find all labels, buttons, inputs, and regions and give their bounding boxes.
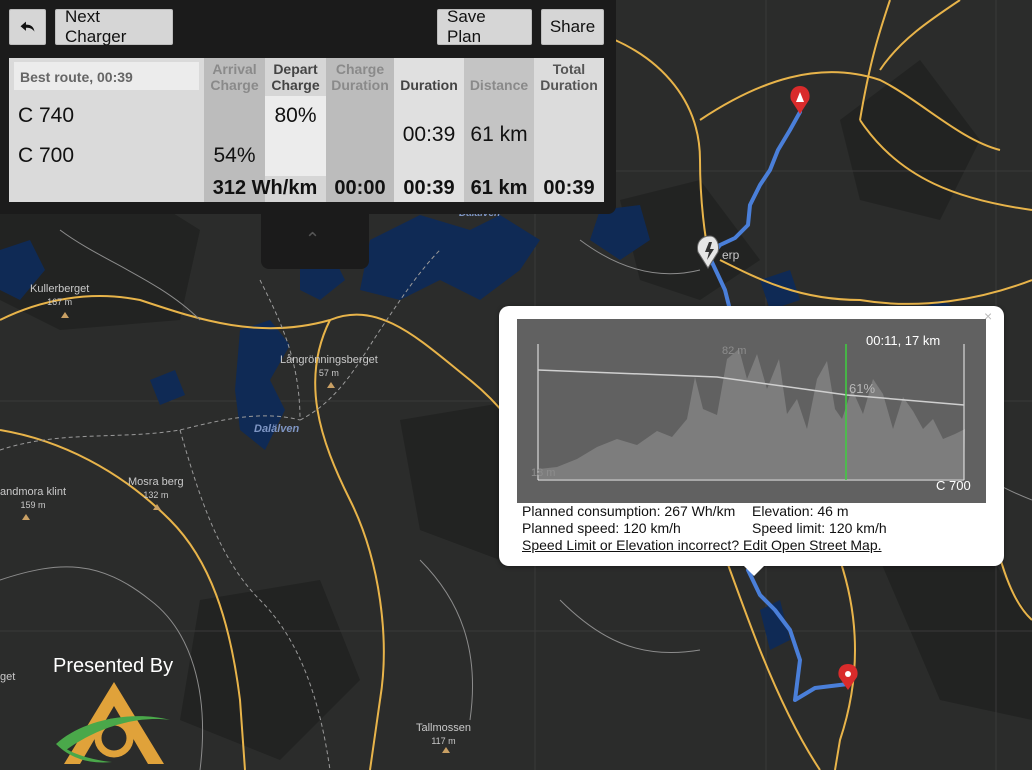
- presented-by-label: Presented By: [53, 655, 174, 677]
- planned-consumption: Planned consumption: 267 Wh/km: [522, 503, 736, 519]
- map-label-tallmossen: Tallmossen 117 m: [416, 722, 472, 746]
- map-label-kullerberget: Kullerberget 167 m: [30, 283, 90, 307]
- row-arrival-charge: 54%: [213, 144, 256, 167]
- header-depart-charge: Depart Charge: [271, 61, 320, 93]
- popup-pointer: [742, 564, 766, 576]
- map-label-langronningsberget: Långrönningsberget 57 m: [280, 354, 378, 378]
- map-label-edge: get: [0, 671, 16, 683]
- map-label-mosra-berg: Mosra berg 132 m: [128, 476, 184, 500]
- total-distance: 61 km: [470, 177, 528, 199]
- chevron-up-icon[interactable]: ⌃: [305, 229, 320, 250]
- speed-limit: Speed limit: 120 km/h: [752, 520, 887, 536]
- chart-charge-label: 61%: [849, 381, 875, 396]
- collapse-panel-tab[interactable]: ⌃: [261, 205, 369, 269]
- chart-min-elevation-label: 18 m: [531, 467, 555, 479]
- header-duration: Duration: [400, 77, 458, 93]
- chart-cursor-label: 00:11, 17 km: [866, 333, 940, 348]
- total-consumption: 312 Wh/km: [212, 177, 318, 199]
- leg-duration: 00:39: [402, 123, 456, 146]
- row-depart-charge: 80%: [274, 104, 317, 127]
- leg-distance: 61 km: [470, 123, 528, 146]
- edit-osm-link[interactable]: Speed Limit or Elevation incorrect? Edit…: [522, 537, 882, 553]
- route-title: Best route, 00:39: [14, 62, 199, 90]
- elevation-chart[interactable]: 82 m 18 m 61% 00:11, 17 km C 700: [517, 319, 986, 503]
- header-distance: Distance: [469, 77, 529, 93]
- lake-label: Dalälven: [254, 423, 300, 435]
- row-name-start[interactable]: C 740: [18, 104, 74, 128]
- share-button[interactable]: Share: [541, 9, 604, 45]
- header-charge-duration: Charge Duration: [331, 61, 389, 93]
- save-plan-button[interactable]: Save Plan: [437, 7, 532, 46]
- chart-destination-label: C 700: [936, 478, 971, 493]
- chart-max-elevation-label: 82 m: [722, 345, 746, 357]
- elevation-value: Elevation: 46 m: [752, 503, 849, 519]
- back-button[interactable]: [9, 9, 46, 45]
- header-total-duration: Total Duration: [540, 61, 598, 93]
- brand-logo: [56, 682, 170, 764]
- total-total-duration: 00:39: [543, 177, 595, 199]
- total-duration: 00:39: [403, 177, 455, 199]
- next-charger-button[interactable]: Next Charger: [55, 7, 173, 46]
- header-arrival-charge: Arrival Charge: [210, 61, 259, 93]
- map-label-andmora-klint: andmora klint 159 m: [0, 486, 67, 510]
- planned-speed: Planned speed: 120 km/h: [522, 520, 681, 536]
- total-charge-duration: 00:00: [334, 177, 386, 199]
- back-arrow-icon: [20, 21, 35, 32]
- row-name-destination[interactable]: C 700: [18, 144, 74, 168]
- map-label-town: erp: [722, 248, 740, 262]
